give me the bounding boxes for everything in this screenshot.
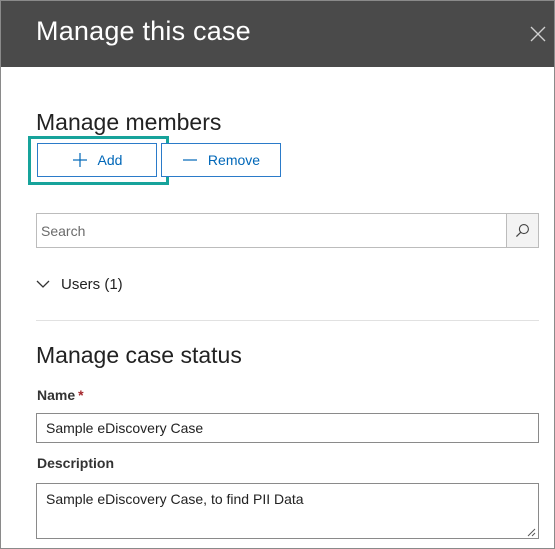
remove-button-label: Remove [207, 152, 261, 168]
search-input[interactable] [37, 214, 507, 247]
plus-icon [72, 153, 87, 167]
case-description-field[interactable]: Sample eDiscovery Case, to find PII Data [36, 483, 539, 539]
manage-case-status-heading: Manage case status [36, 342, 242, 368]
required-marker: * [78, 387, 84, 403]
add-button[interactable]: Add [37, 143, 157, 177]
users-group-toggle[interactable]: Users (1) [36, 273, 123, 295]
manage-members-heading: Manage members [36, 109, 222, 135]
name-label-text: Name [37, 387, 76, 403]
minus-icon [182, 159, 197, 161]
close-button[interactable] [527, 23, 549, 45]
resize-grip-icon[interactable] [527, 528, 536, 537]
add-button-label: Add [97, 152, 123, 168]
search-icon [515, 224, 529, 238]
panel-header: Manage this case [1, 1, 554, 67]
chevron-down-icon [36, 280, 50, 288]
users-group-label: Users (1) [61, 275, 123, 293]
close-icon [530, 26, 546, 42]
member-search-box [36, 213, 539, 248]
description-field-label: Description [37, 455, 115, 471]
name-field-label: Name * [37, 387, 84, 403]
remove-button[interactable]: Remove [161, 143, 281, 177]
panel-title: Manage this case [36, 16, 251, 46]
case-name-field[interactable] [36, 413, 539, 443]
search-button[interactable] [506, 214, 538, 247]
section-divider [36, 320, 539, 321]
manage-case-panel: Manage this case Manage members Add Remo… [0, 0, 555, 549]
